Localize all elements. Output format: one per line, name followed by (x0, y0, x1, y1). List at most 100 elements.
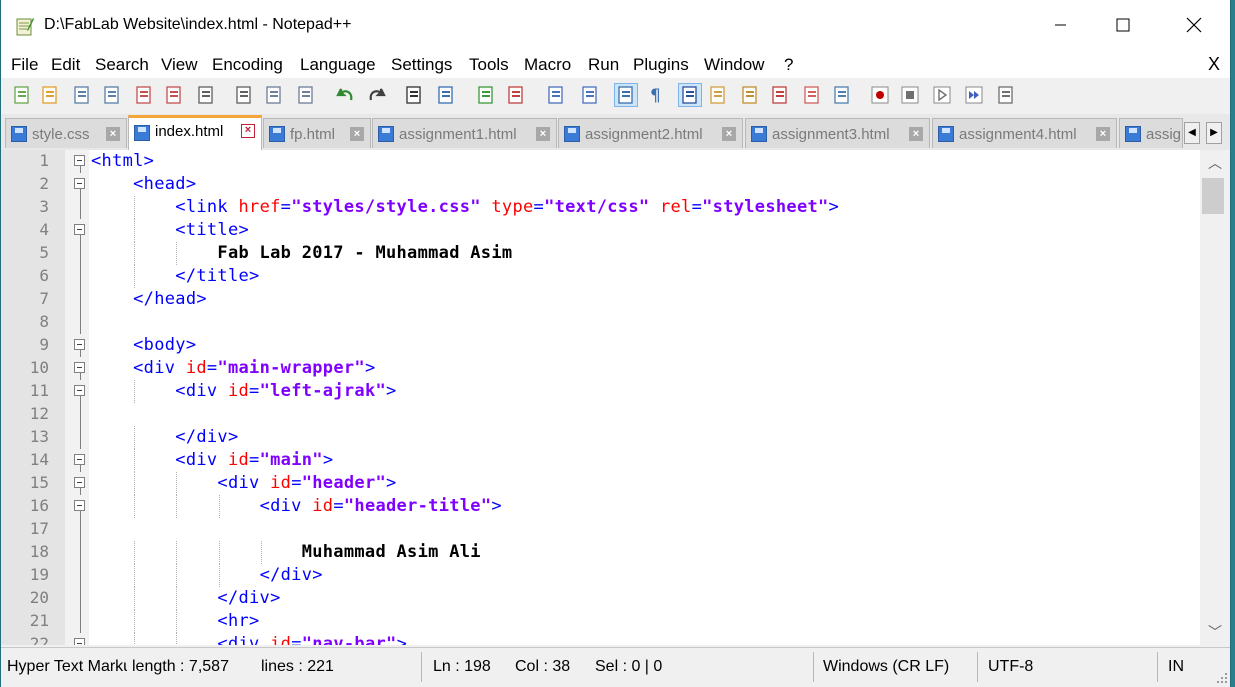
code-line[interactable]: 4 <title> (1, 219, 1200, 242)
fold-toggle-icon[interactable] (74, 477, 85, 488)
code-line[interactable]: 3 <link href="styles/style.css" type="te… (1, 196, 1200, 219)
minimize-button[interactable] (1038, 0, 1084, 50)
paste-icon[interactable] (295, 84, 317, 106)
resize-grip-icon[interactable] (1216, 672, 1228, 684)
code-editor[interactable]: 1 <html> 2 <head> 3 <link href="styles/styl… (1, 150, 1200, 645)
code-line[interactable]: 20 </div> (1, 587, 1200, 610)
fold-toggle-icon[interactable] (74, 638, 85, 645)
stop-recording-icon[interactable] (899, 84, 921, 106)
menu-help[interactable]: ? (784, 55, 793, 75)
code-line[interactable]: 22 <div id="nav-bar"> (1, 633, 1200, 645)
save-all-icon[interactable] (101, 84, 123, 106)
status-insert-mode[interactable]: IN (1168, 658, 1184, 676)
status-eol[interactable]: Windows (CR LF) (823, 658, 949, 676)
menu-language[interactable]: Language (300, 55, 376, 75)
user-defined-language-icon[interactable] (707, 84, 729, 106)
code-line[interactable]: 13 </div> (1, 426, 1200, 449)
scroll-down-icon[interactable]: ﹀ (1200, 619, 1230, 645)
print-icon[interactable] (195, 84, 217, 106)
word-wrap-icon[interactable] (614, 83, 638, 107)
tab-scroll-right-button[interactable]: ▶ (1206, 122, 1222, 144)
tab-close-icon[interactable] (722, 127, 736, 141)
status-encoding[interactable]: UTF-8 (988, 658, 1033, 676)
code-line[interactable]: 5 Fab Lab 2017 - Muhammad Asim (1, 242, 1200, 265)
code-line[interactable]: 2 <head> (1, 173, 1200, 196)
save-macro-icon[interactable] (995, 84, 1017, 106)
tab-scroll-left-button[interactable]: ◀ (1184, 122, 1200, 144)
tab-close-icon[interactable] (909, 127, 923, 141)
vertical-scrollbar[interactable]: ︿ ﹀ (1200, 150, 1230, 645)
copy-icon[interactable] (263, 84, 285, 106)
fold-toggle-icon[interactable] (74, 155, 85, 166)
code-line[interactable]: 19 </div> (1, 564, 1200, 587)
tab-assig[interactable]: assig (1119, 118, 1183, 148)
close-window-button[interactable] (1171, 0, 1217, 50)
code-line[interactable]: 17 (1, 518, 1200, 541)
code-line[interactable]: 18 Muhammad Asim Ali (1, 541, 1200, 564)
fold-toggle-icon[interactable] (74, 500, 85, 511)
code-line[interactable]: 21 <hr> (1, 610, 1200, 633)
replace-icon[interactable] (435, 84, 457, 106)
code-line[interactable]: 1 <html> (1, 150, 1200, 173)
menu-edit[interactable]: Edit (51, 55, 80, 75)
tab-assignment4-html[interactable]: assignment4.html (932, 118, 1117, 148)
code-line[interactable]: 15 <div id="header"> (1, 472, 1200, 495)
sync-vertical-icon[interactable] (545, 84, 567, 106)
fold-toggle-icon[interactable] (74, 385, 85, 396)
play-macro-icon[interactable] (931, 84, 953, 106)
menu-encoding[interactable]: Encoding (212, 55, 283, 75)
menu-search[interactable]: Search (95, 55, 149, 75)
scrollbar-thumb[interactable] (1202, 178, 1224, 214)
folder-workspace-icon[interactable] (801, 84, 823, 106)
tab-close-icon[interactable] (241, 124, 255, 138)
document-map-icon[interactable] (739, 84, 761, 106)
fold-toggle-icon[interactable] (74, 454, 85, 465)
zoom-in-icon[interactable] (475, 84, 497, 106)
sync-horizontal-icon[interactable] (579, 84, 601, 106)
code-line[interactable]: 9 <body> (1, 334, 1200, 357)
function-list-icon[interactable] (769, 84, 791, 106)
menu-macro[interactable]: Macro (524, 55, 571, 75)
title-bar[interactable]: D:\FabLab Website\index.html - Notepad++ (1, 0, 1230, 50)
tab-style-css[interactable]: style.css (5, 118, 127, 148)
menu-settings[interactable]: Settings (391, 55, 452, 75)
tab-close-icon[interactable] (1096, 127, 1110, 141)
menu-run[interactable]: Run (588, 55, 619, 75)
close-icon[interactable] (133, 84, 155, 106)
tab-close-icon[interactable] (536, 127, 550, 141)
code-line[interactable]: 6 </title> (1, 265, 1200, 288)
code-line[interactable]: 10 <div id="main-wrapper"> (1, 357, 1200, 380)
open-file-icon[interactable] (39, 84, 61, 106)
undo-icon[interactable] (335, 84, 357, 106)
code-line[interactable]: 8 (1, 311, 1200, 334)
run-macro-multiple-icon[interactable] (963, 84, 985, 106)
menu-file[interactable]: File (11, 55, 38, 75)
tab-assignment1-html[interactable]: assignment1.html (372, 118, 557, 148)
menu-plugins[interactable]: Plugins (633, 55, 689, 75)
menu-tools[interactable]: Tools (469, 55, 509, 75)
record-macro-icon[interactable] (869, 84, 891, 106)
new-file-icon[interactable] (11, 84, 33, 106)
zoom-out-icon[interactable] (505, 84, 527, 106)
close-document-button[interactable]: X (1208, 54, 1220, 75)
close-all-icon[interactable] (163, 84, 185, 106)
cut-icon[interactable] (233, 84, 255, 106)
find-icon[interactable] (403, 84, 425, 106)
tab-assignment3-html[interactable]: assignment3.html (745, 118, 930, 148)
code-line[interactable]: 12 (1, 403, 1200, 426)
scroll-up-icon[interactable]: ︿ (1200, 150, 1230, 176)
save-icon[interactable] (71, 84, 93, 106)
show-all-characters-icon[interactable]: ¶ (645, 84, 667, 106)
tab-index-html[interactable]: index.html (128, 115, 262, 150)
redo-icon[interactable] (365, 84, 387, 106)
code-line[interactable]: 7 </head> (1, 288, 1200, 311)
code-line[interactable]: 14 <div id="main"> (1, 449, 1200, 472)
indent-guide-icon[interactable] (678, 83, 702, 107)
fold-toggle-icon[interactable] (74, 339, 85, 350)
monitoring-icon[interactable] (831, 84, 853, 106)
tab-close-icon[interactable] (106, 127, 120, 141)
tab-fp-html[interactable]: fp.html (263, 118, 371, 148)
code-line[interactable]: 16 <div id="header-title"> (1, 495, 1200, 518)
maximize-button[interactable] (1100, 0, 1146, 50)
tab-assignment2-html[interactable]: assignment2.html (558, 118, 743, 148)
